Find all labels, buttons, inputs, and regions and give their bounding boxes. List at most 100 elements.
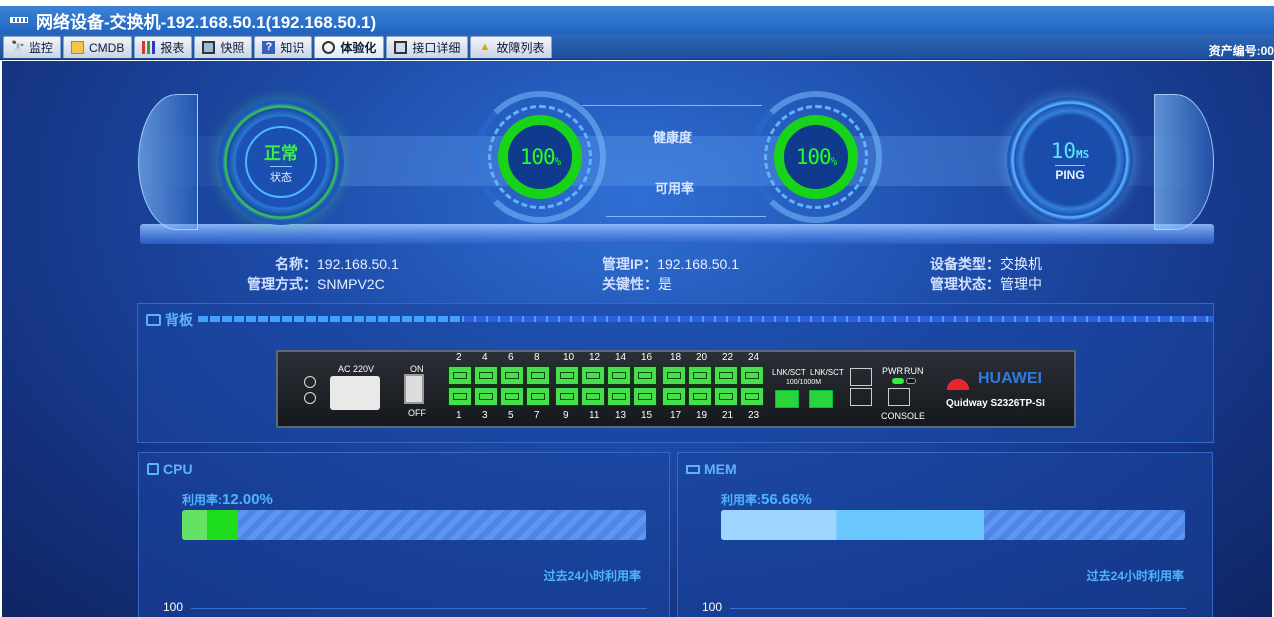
health-value: 100 [519, 145, 556, 169]
mem-util-label: 利用率:56.66% [721, 491, 812, 508]
switch-front-panel[interactable]: AC 220V ON OFF 2 4 6 8 10 12 14 16 18 20 22 24 1 3 5 7 9… [276, 350, 1076, 428]
port-1[interactable] [448, 387, 472, 406]
port-group-3 [662, 366, 764, 406]
tab-label: CMDB [89, 40, 125, 55]
rj45-port-combo-2[interactable] [850, 388, 872, 406]
port-12[interactable] [581, 366, 605, 385]
port-3[interactable] [474, 387, 498, 406]
cpu-util-fill [182, 510, 238, 540]
tab-knowledge[interactable]: ? 知识 [254, 36, 313, 58]
cpu-panel: CPU 利用率:12.00% 过去24小时利用率 100 [138, 452, 670, 617]
lnk-label-1: LNK/SCT [772, 368, 806, 377]
port-21[interactable] [714, 387, 738, 406]
pwr-led [892, 378, 904, 384]
port-number-12: 12 [589, 352, 601, 363]
bar-chart-icon [142, 41, 156, 54]
tab-label: 接口详细 [412, 41, 461, 55]
ping-label: PING [1055, 164, 1085, 182]
port-number-22: 22 [722, 352, 734, 363]
window-title: 网络设备-交换机-192.168.50.1(192.168.50.1) [36, 12, 377, 32]
port-23[interactable] [740, 387, 764, 406]
tab-fault-list[interactable]: ▲ 故障列表 [470, 36, 553, 58]
tab-label: 快照 [220, 41, 245, 55]
port-number-15: 15 [641, 410, 653, 421]
port-8[interactable] [526, 366, 550, 385]
status-dial: 正常 状态 [218, 99, 344, 225]
port-20[interactable] [688, 366, 712, 385]
power-switch[interactable] [404, 374, 424, 404]
tab-snapshot[interactable]: 快照 [194, 36, 253, 58]
port-15[interactable] [633, 387, 657, 406]
ping-dial: 10MS PING [1007, 97, 1133, 223]
port-2[interactable] [448, 366, 472, 385]
lnk-label-2: LNK/SCT [810, 368, 844, 377]
glass-right-decor [1154, 94, 1214, 230]
tab-experience[interactable]: 体验化 [314, 36, 385, 58]
tab-label: 报表 [160, 41, 185, 55]
device-icon [10, 17, 28, 23]
tab-report[interactable]: 报表 [134, 36, 193, 58]
port-number-14: 14 [615, 352, 627, 363]
port-18[interactable] [662, 366, 686, 385]
binoculars-icon: 🔭 [11, 41, 25, 53]
port-number-21: 21 [722, 410, 734, 421]
connector-line-top [582, 105, 762, 106]
port-number-18: 18 [670, 352, 682, 363]
backplane-panel: 背板 AC 220V ON OFF 2 4 6 8 10 12 14 16 18… [137, 303, 1214, 443]
brand-label: HUAWEI [978, 370, 1042, 387]
pwr-label: PWR [882, 366, 903, 376]
monitor-icon [202, 41, 216, 54]
off-label: OFF [408, 408, 426, 418]
run-led [906, 378, 916, 384]
sfp-port-1[interactable] [775, 390, 799, 408]
window-titlebar: 网络设备-交换机-192.168.50.1(192.168.50.1) [0, 6, 1274, 34]
port-4[interactable] [474, 366, 498, 385]
port-7[interactable] [526, 387, 550, 406]
rj45-port-combo-1[interactable] [850, 368, 872, 386]
port-22[interactable] [714, 366, 738, 385]
health-label: 健康度 [653, 130, 693, 145]
port-11[interactable] [581, 387, 605, 406]
port-13[interactable] [607, 387, 631, 406]
info-mgmt-state: 管理状态：管理中 [930, 276, 1042, 292]
port-10[interactable] [555, 366, 579, 385]
mem-history-label: 过去24小时利用率 [1086, 569, 1184, 583]
health-dial: 100% [474, 91, 606, 223]
avail-label: 可用率 [655, 181, 695, 196]
power-socket [330, 376, 380, 410]
port-number-1: 1 [456, 410, 462, 421]
tab-monitor[interactable]: 🔭 监控 [3, 36, 62, 58]
health-unit: % [554, 154, 562, 168]
cpu-axis-top: 100 [163, 600, 184, 614]
port-9[interactable] [555, 387, 579, 406]
status-value: 正常 [264, 144, 298, 163]
tab-label: 体验化 [340, 41, 377, 55]
port-17[interactable] [662, 387, 686, 406]
port-19[interactable] [688, 387, 712, 406]
port-16[interactable] [633, 366, 657, 385]
mem-axis-top: 100 [702, 600, 723, 614]
info-name: 名称：192.168.50.1 [275, 256, 399, 272]
backplane-title-text: 背板 [165, 312, 193, 328]
mem-util-fill [721, 510, 984, 540]
port-number-6: 6 [508, 352, 514, 363]
sfp-port-2[interactable] [809, 390, 833, 408]
port-number-13: 13 [615, 410, 627, 421]
tab-cmdb[interactable]: CMDB [63, 36, 133, 58]
port-14[interactable] [607, 366, 631, 385]
cpu-util-label: 利用率:12.00% [182, 491, 273, 508]
backplane-title: 背板 [146, 310, 193, 330]
screen-icon [394, 41, 408, 54]
availability-dial: 100% [750, 91, 882, 223]
port-5[interactable] [500, 387, 524, 406]
tab-interface-detail[interactable]: 接口详细 [386, 36, 469, 58]
console-label: CONSOLE [881, 411, 926, 421]
port-6[interactable] [500, 366, 524, 385]
console-port[interactable] [888, 388, 910, 406]
document-icon [71, 41, 85, 54]
port-24[interactable] [740, 366, 764, 385]
huawei-logo-icon [942, 368, 974, 390]
warning-icon: ▲ [479, 41, 491, 53]
ground-icon [304, 376, 316, 388]
cpu-axis-line [191, 608, 647, 609]
